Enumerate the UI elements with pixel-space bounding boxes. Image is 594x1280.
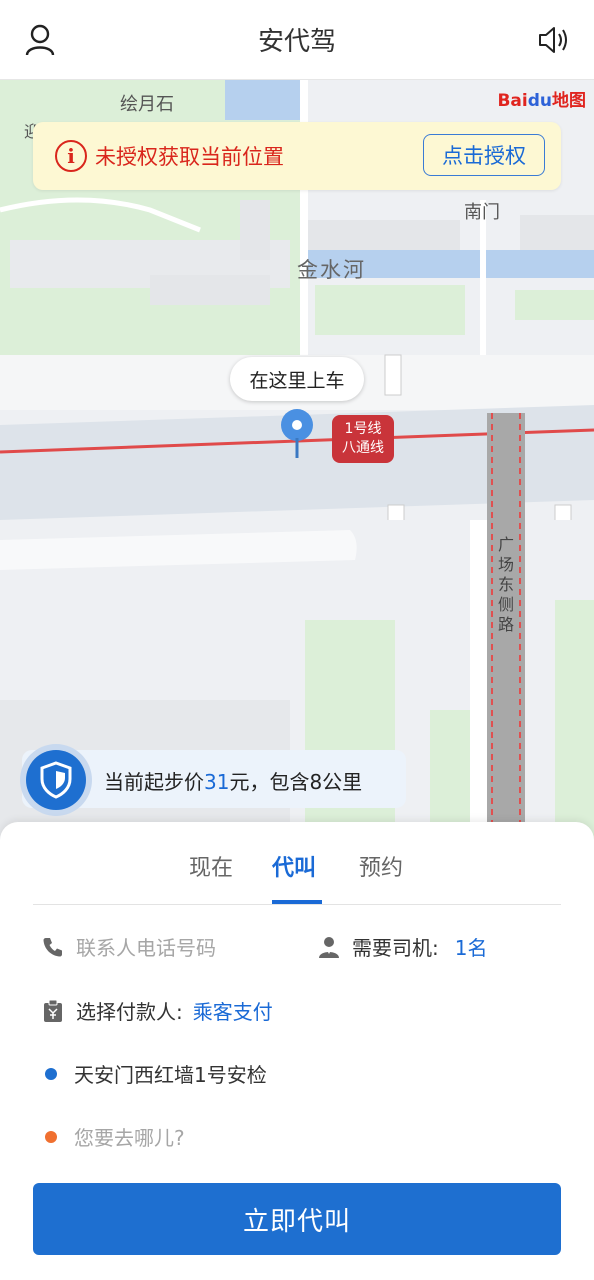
authorize-button[interactable]: 点击授权	[423, 134, 545, 176]
driver-count-field[interactable]: 需要司机: 1名	[316, 932, 487, 961]
user-icon[interactable]	[22, 22, 58, 58]
active-tab-indicator	[272, 900, 322, 904]
phone-field[interactable]: 联系人电话号码	[40, 932, 216, 961]
call-now-button[interactable]: 立即代叫	[33, 1183, 561, 1255]
starting-price-card: 当前起步价31元，包含8公里	[20, 744, 406, 816]
payer-label: 选择付款人:	[76, 1000, 183, 1024]
origin-address[interactable]: 天安门西红墙1号安检	[74, 1059, 267, 1088]
origin-dot-icon	[45, 1067, 57, 1080]
driver-count-label: 需要司机:	[352, 936, 439, 960]
phone-input[interactable]: 联系人电话号码	[76, 932, 216, 961]
map-view[interactable]: 绘月石 迎 南门 金水河 广场东侧路 Baidu地图 i 未授权获取当前位置 点…	[0, 80, 594, 840]
shield-icon	[40, 761, 72, 799]
destination-input[interactable]: 您要去哪儿?	[74, 1122, 185, 1151]
payer-value[interactable]: 乘客支付	[193, 996, 273, 1025]
payer-field[interactable]: 选择付款人: 乘客支付	[40, 996, 273, 1025]
map-label-nanmen: 南门	[464, 202, 500, 223]
driver-icon	[319, 936, 339, 958]
baidu-map-logo: Baidu地图	[497, 91, 586, 111]
starting-price-text: 当前起步价31元，包含8公里	[104, 770, 363, 794]
location-pin-icon[interactable]	[280, 408, 314, 462]
speaker-icon[interactable]	[536, 22, 572, 58]
map-label-road: 广场东侧路	[498, 535, 515, 634]
warning-icon: i	[55, 140, 87, 172]
destination-field[interactable]: 您要去哪儿?	[40, 1122, 185, 1151]
metro-line-badge: 1号线 八通线	[332, 415, 394, 463]
pickup-bubble: 在这里上车	[230, 357, 364, 401]
booking-panel: 现在 代叫 预约 联系人电话号码 需要司机: 1名 选择付款人: 乘客支付 天安…	[0, 822, 594, 1280]
app-header: 安代驾	[0, 0, 594, 80]
tab-call-for-others[interactable]: 代叫	[272, 850, 316, 882]
destination-dot-icon	[45, 1130, 57, 1143]
driver-count-value[interactable]: 1名	[455, 932, 488, 961]
auth-warning-text: 未授权获取当前位置	[95, 145, 284, 169]
tab-reserve[interactable]: 预约	[359, 850, 403, 882]
origin-field[interactable]: 天安门西红墙1号安检	[40, 1059, 267, 1088]
page-title: 安代驾	[257, 27, 336, 57]
payer-icon	[44, 999, 62, 1022]
location-auth-banner: i 未授权获取当前位置 点击授权	[33, 122, 561, 190]
map-label-huiyueshi: 绘月石	[120, 94, 174, 115]
tab-now[interactable]: 现在	[189, 850, 233, 882]
phone-icon	[43, 937, 62, 956]
map-label-jinshuihe: 金水河	[297, 258, 366, 282]
mode-tabs: 现在 代叫 预约	[33, 822, 561, 905]
